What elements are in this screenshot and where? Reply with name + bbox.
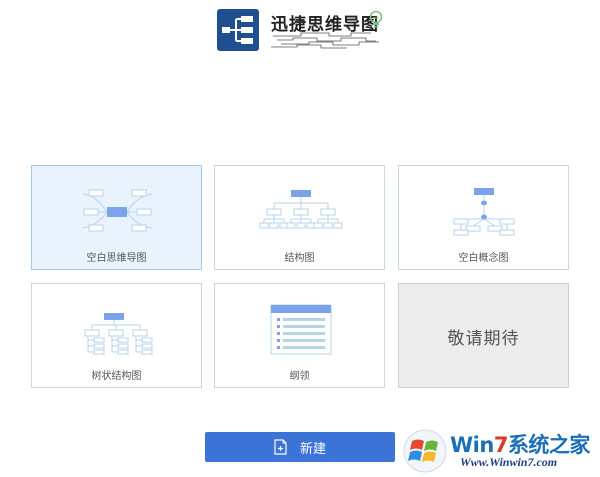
windows-logo-icon <box>403 429 447 473</box>
template-tree[interactable]: 树状结构图 <box>31 283 202 388</box>
template-label: 树状结构图 <box>91 371 142 382</box>
lightbulb-icon <box>369 10 383 28</box>
template-label: 结构图 <box>284 253 315 264</box>
template-structure[interactable]: 结构图 <box>214 165 385 270</box>
watermark-url: Www.Winwin7.com <box>460 455 558 469</box>
concept-map-thumbnail-icon <box>453 188 515 236</box>
watermark: Win7系统之家 Www.Winwin7.com <box>402 425 600 477</box>
app-logo <box>217 9 259 51</box>
new-button[interactable]: 新建 <box>205 432 395 462</box>
mindmap-thumbnail-icon <box>82 189 153 232</box>
template-blank-mindmap[interactable]: 空白思维导图 <box>31 165 202 270</box>
coming-soon-text: 敬请期待 <box>447 329 520 349</box>
mindmap-logo-icon <box>222 16 253 44</box>
title-circuit-decoration <box>271 32 379 49</box>
outline-list-thumbnail-icon <box>270 304 332 355</box>
org-chart-thumbnail-icon <box>259 190 343 229</box>
template-label: 空白概念图 <box>458 253 509 264</box>
tree-chart-thumbnail-icon <box>84 313 153 355</box>
template-outline[interactable]: 纲领 <box>214 283 385 388</box>
template-label: 纲领 <box>289 371 310 382</box>
new-file-icon <box>274 439 287 455</box>
template-label: 空白思维导图 <box>86 253 147 264</box>
new-button-label: 新建 <box>299 441 326 457</box>
template-coming-soon: 敬请期待 <box>398 283 569 388</box>
template-concept[interactable]: 空白概念图 <box>398 165 569 270</box>
